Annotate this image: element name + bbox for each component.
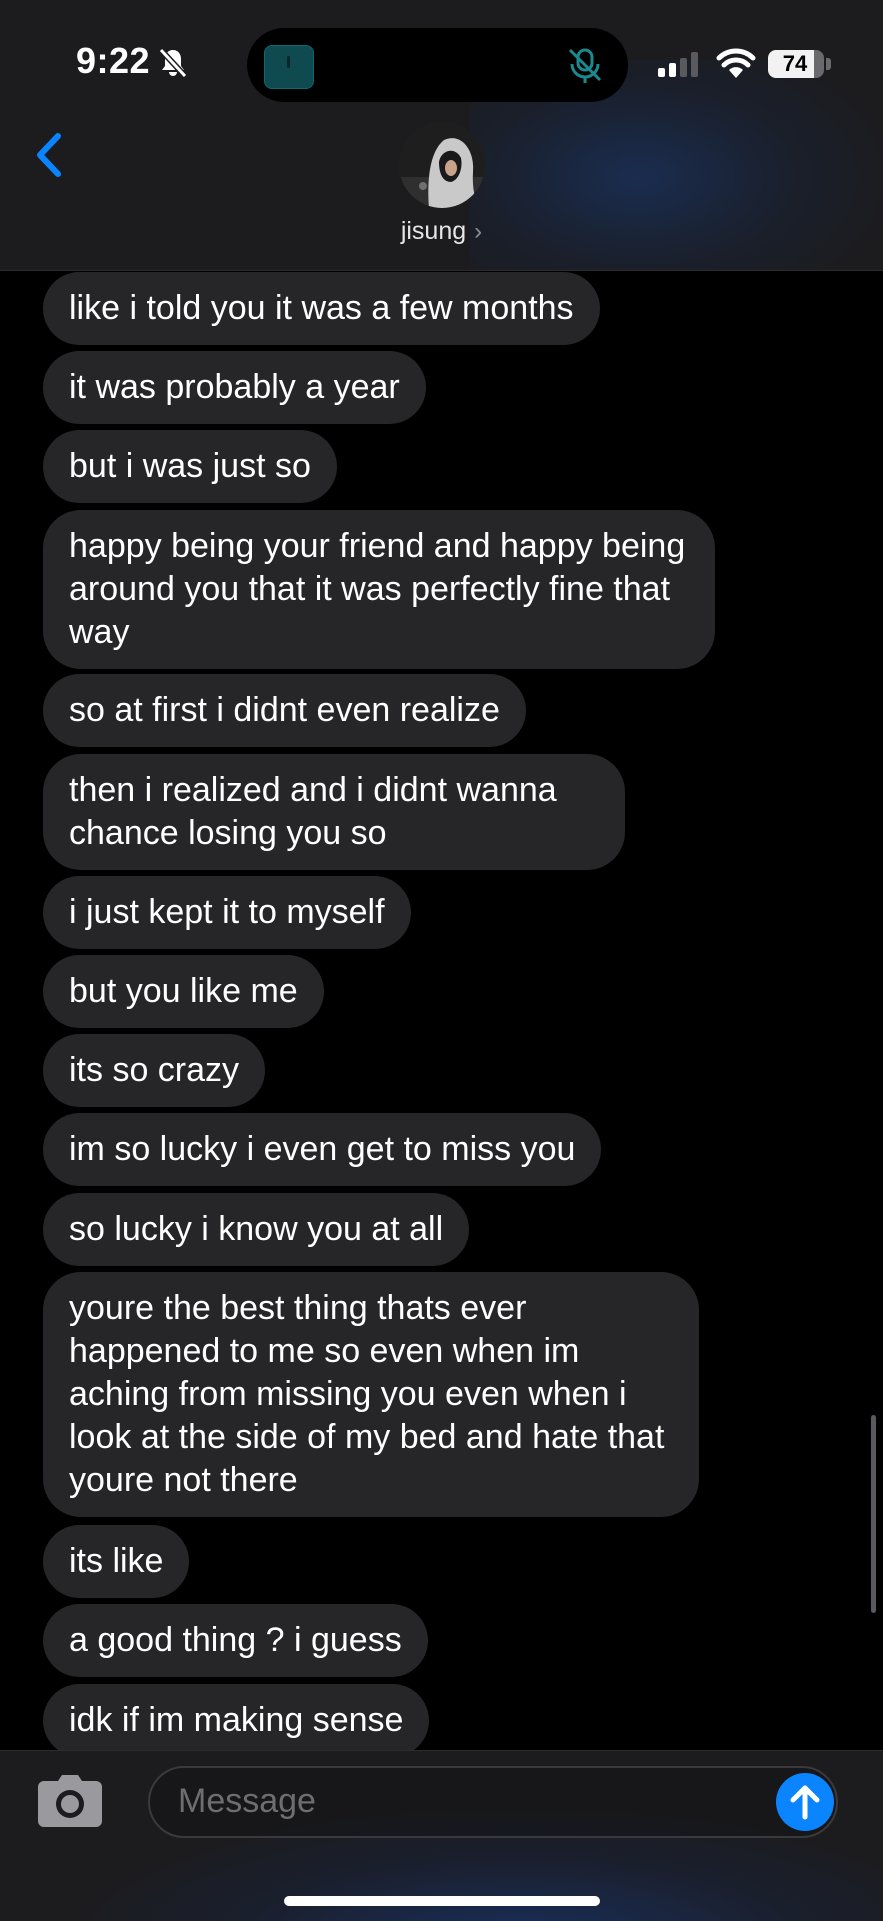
battery-empty-portion [814,50,824,78]
arrow-up-icon [790,1785,820,1820]
camera-icon[interactable] [36,1773,104,1829]
back-chevron-icon[interactable] [30,130,70,180]
muted-mic-icon [568,48,602,83]
cellular-signal-icon [658,52,698,77]
message-bubble[interactable]: but i was just so [43,430,337,503]
bell-slash-icon [158,47,188,79]
send-button[interactable] [776,1773,834,1831]
home-indicator[interactable] [284,1896,600,1906]
battery-cap [826,58,831,70]
contact-avatar[interactable] [399,122,485,208]
message-bubble[interactable]: im so lucky i even get to miss you [43,1113,602,1186]
message-bubble[interactable]: so at first i didnt even realize [43,674,526,747]
compose-bar: Message [0,1750,883,1921]
message-input-placeholder: Message [178,1782,316,1820]
contact-name: jisung [400,217,467,245]
message-bubble[interactable]: i just kept it to myself [43,876,411,949]
scroll-indicator[interactable] [871,1415,876,1613]
message-bubble[interactable]: its so crazy [43,1034,266,1107]
message-list[interactable]: like i told you it was a few months it w… [0,270,883,1757]
live-activity-app-icon [264,45,314,89]
message-bubble[interactable]: happy being your friend and happy being … [43,510,715,669]
message-bubble[interactable]: it was probably a year [43,351,426,424]
message-bubble[interactable]: idk if im making sense [43,1684,430,1757]
message-bubble[interactable]: its like [43,1525,190,1598]
contact-name-button[interactable]: jisung › [0,217,883,246]
message-bubble[interactable]: youre the best thing thats ever happened… [43,1272,699,1517]
conversation-header: 9:22 74 jisung › [0,0,883,271]
status-time: 9:22 [76,40,151,81]
message-bubble[interactable]: then i realized and i didnt wanna chance… [43,754,625,870]
message-bubble[interactable]: like i told you it was a few months [43,272,600,345]
message-bubble[interactable]: but you like me [43,955,324,1028]
message-bubble[interactable]: a good thing ? i guess [43,1604,428,1677]
wifi-icon [716,48,756,78]
message-bubble[interactable]: so lucky i know you at all [43,1193,470,1266]
avatar-photo [399,122,485,208]
chevron-right-icon: › [474,218,483,245]
